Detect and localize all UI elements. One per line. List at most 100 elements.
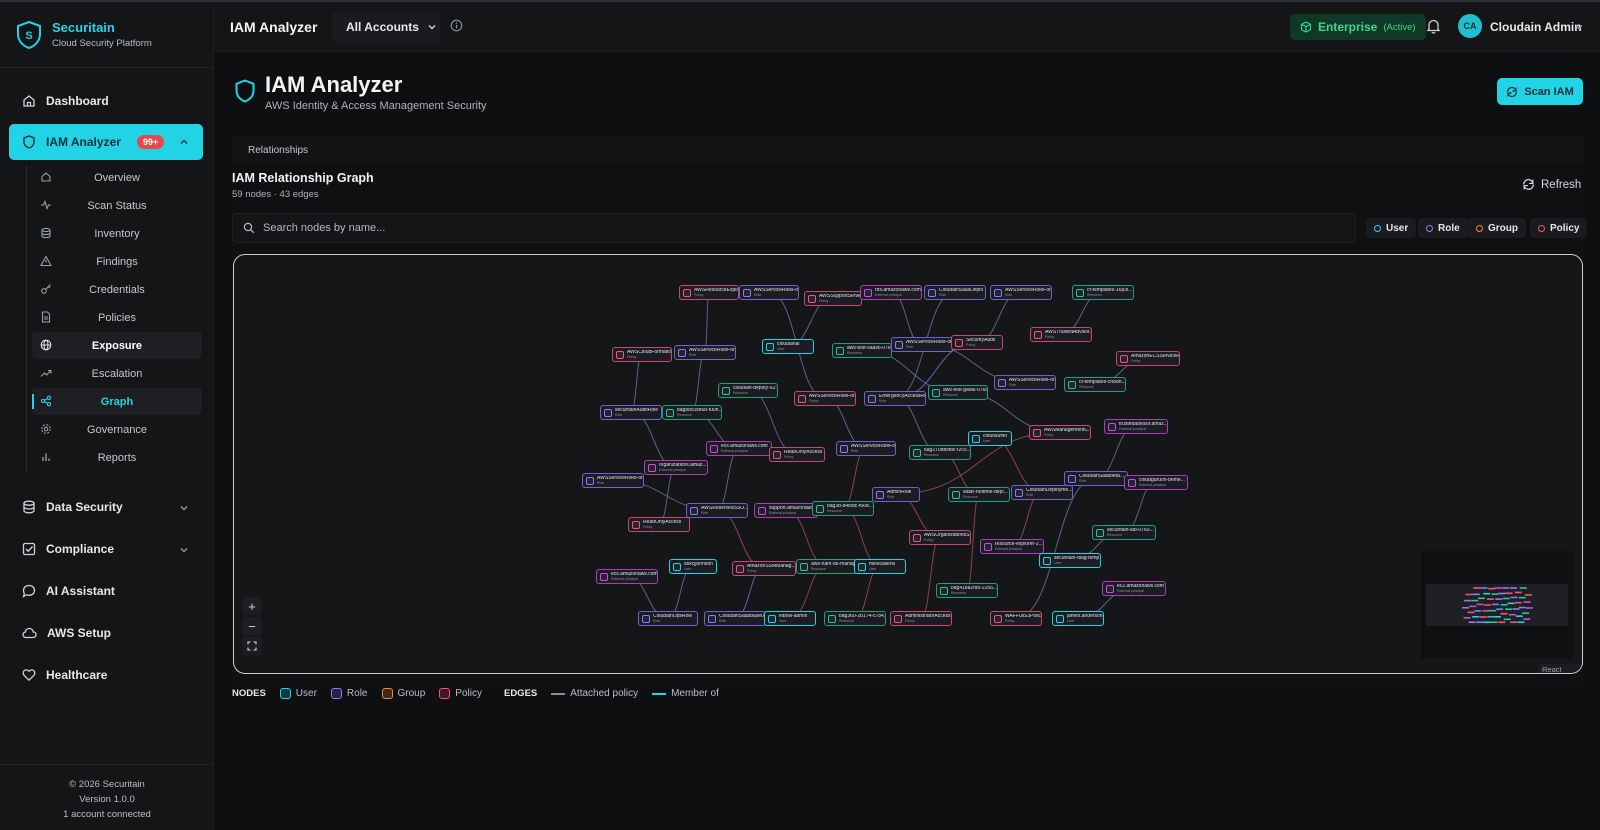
sidebar-subitem-inventory[interactable]: Inventory	[32, 220, 202, 247]
sidebar-subitem-graph[interactable]: Graph	[32, 388, 202, 415]
graph-node-policy[interactable]: AmazonSSMManag... Policy	[732, 561, 796, 576]
graph-node-resource[interactable]: aws-test-gaia6-0760... Resource	[928, 385, 988, 400]
sidebar-subitem-policies[interactable]: Policies	[32, 304, 202, 331]
sidebar-subitem-exposure[interactable]: Exposure	[32, 332, 202, 359]
graph-node-policy[interactable]: AWSOrganizationsS... Policy	[909, 530, 971, 545]
graph-node-resource[interactable]: cf-templates-cn88h... Resource	[1064, 377, 1126, 392]
sidebar-item-iam-analyzer[interactable]: IAM Analyzer 99+	[9, 124, 203, 160]
graph-node-role[interactable]: AWSServiceRoleFor... Role	[836, 441, 896, 456]
graph-node-policy[interactable]: AWSTrustedAdvisor... Policy	[1030, 327, 1092, 342]
filter-chip-role[interactable]: Role	[1418, 218, 1468, 238]
graph-node-role[interactable]: CloudainDeployme... Role	[1011, 485, 1073, 500]
graph-node-external[interactable]: ec2.amazonaws.com External principal	[1102, 581, 1166, 596]
filter-chip-user[interactable]: User	[1366, 218, 1417, 238]
graph-node-policy[interactable]: AWSCloudFormation...Policy	[612, 347, 672, 362]
chevron-down-icon[interactable]	[1574, 22, 1584, 32]
sidebar-subitem-escalation[interactable]: Escalation	[32, 360, 202, 387]
graph-node-external[interactable]: ecs.amazonaws.com External principal	[596, 569, 658, 584]
graph-node-role[interactable]: EmergencyAccessRole Role	[864, 391, 926, 406]
graph-node-resource[interactable]: bag360-2b174-c784... Resource	[824, 611, 886, 626]
sidebar-item-compliance[interactable]: Compliance	[9, 532, 203, 566]
sidebar-subitem-overview[interactable]: Overview	[32, 164, 202, 191]
sidebar-subitem-governance[interactable]: Governance	[32, 416, 202, 443]
bell-icon[interactable]	[1426, 18, 1441, 34]
fit-view-button[interactable]	[242, 637, 262, 655]
graph-node-policy[interactable]: AdministratorAccess Policy	[890, 611, 952, 626]
chevron-down-icon[interactable]	[179, 544, 189, 558]
sidebar-subitem-credentials[interactable]: Credentials	[32, 276, 202, 303]
chevron-down-icon[interactable]	[179, 502, 189, 516]
graph-node-external[interactable]: trustedadvisor.amaz... External principal	[1104, 419, 1168, 434]
user-name[interactable]: Cloudain Admin	[1490, 20, 1582, 34]
tab-relationships[interactable]: Relationships	[248, 145, 308, 156]
brand[interactable]: S Securitain Cloud Security Platform	[16, 20, 152, 49]
graph-node-external[interactable]: organizations.amaz... External principal	[644, 460, 708, 475]
plan-badge[interactable]: Enterprise (Active)	[1290, 14, 1426, 40]
graph-node-external[interactable]: ecs.amazonaws.com External principal	[706, 441, 772, 456]
react-flow-attribution[interactable]: React Flow	[1539, 664, 1582, 673]
graph-node-user[interactable]: james.anderson User	[1052, 611, 1104, 626]
graph-node-external[interactable]: support.amazonaws... External principal	[754, 503, 818, 518]
graph-node-role[interactable]: AWSReservedSSO... Role	[686, 503, 748, 518]
info-icon[interactable]	[450, 19, 463, 32]
graph-node-role[interactable]: CloudainOpsRole Role	[638, 611, 698, 626]
graph-node-resource[interactable]: cf-templates-16p3l... Resource	[1072, 285, 1134, 300]
graph-node-user[interactable]: mikecallens User	[854, 559, 906, 574]
graph-node-user[interactable]: cloudsuffer User	[968, 431, 1012, 446]
chevron-up-icon[interactable]	[179, 136, 189, 150]
graph-node-resource[interactable]: aws-nam-d6-manag... Resource	[796, 559, 858, 574]
graph-node-role[interactable]: securitainAuditRole Role	[600, 405, 662, 420]
graph-node-resource[interactable]: bag88c0sb6b-fu0n... Resource	[662, 405, 722, 420]
sidebar-item-healthcare[interactable]: Healthcare	[9, 658, 203, 692]
graph-node-resource[interactable]: bag41ea2f95-2256... Resource	[936, 583, 998, 598]
graph-node-policy[interactable]: AWSSupportServic... Policy	[804, 291, 862, 306]
graph-node-policy[interactable]: SecurityAudit Policy	[951, 335, 1003, 350]
graph-node-user[interactable]: cloudainai User	[762, 339, 814, 354]
sidebar-item-data-security[interactable]: Data Security	[9, 490, 203, 524]
graph-node-role[interactable]: CloudainSaasbase0... Role	[704, 611, 766, 626]
scan-iam-button[interactable]: Scan IAM	[1497, 78, 1583, 105]
graph-node-role[interactable]: AWSServiceRoleFor... Role	[891, 337, 953, 352]
graph-node-resource[interactable]: securitain-lab-0760... Resource	[1092, 525, 1156, 540]
graph-node-role[interactable]: AWSServiceRoleFor... Role	[582, 473, 644, 488]
filter-chip-policy[interactable]: Policy	[1530, 218, 1588, 238]
graph-node-user[interactable]: sbxcjjohnson User	[669, 559, 717, 574]
graph-node-role[interactable]: AWSServiceRoleFor... Role	[674, 345, 736, 360]
graph-node-role[interactable]: AdminRole Role	[872, 487, 920, 502]
graph-node-user[interactable]: securitain-diag-temp User	[1039, 553, 1101, 568]
sidebar-item-aws-setup[interactable]: AWS Setup	[9, 616, 203, 650]
sidebar-item-dashboard[interactable]: Dashboard	[9, 84, 203, 118]
graph-node-resource[interactable]: aws-test-saas6-0760...Resource	[832, 343, 892, 358]
graph-node-external[interactable]: rds.amazonaws.com External principal	[860, 285, 922, 300]
sidebar-subitem-scan-status[interactable]: Scan Status	[32, 192, 202, 219]
zoom-in-button[interactable]: +	[242, 597, 262, 615]
filter-chip-group[interactable]: Group	[1468, 218, 1526, 238]
graph-node-policy[interactable]: ReadOnlyAccess Policy	[628, 517, 690, 532]
zoom-out-button[interactable]: −	[242, 617, 262, 635]
refresh-button[interactable]: Refresh	[1522, 178, 1581, 191]
search-input[interactable]	[263, 222, 1163, 234]
graph-node-policy[interactable]: AWSManagementC... Policy	[1029, 425, 1091, 440]
graph-node-policy[interactable]: ReadOnlyAccess Policy	[769, 447, 825, 462]
graph-node-role[interactable]: CloudainSaasbeta... Role	[1064, 471, 1128, 486]
graph-node-role[interactable]: AWSServiceRoleFor... Role	[994, 375, 1056, 390]
graph-node-policy[interactable]: AWSServiceRoleFor... Policy	[794, 391, 856, 406]
graph-node-resource[interactable]: aidar-runtime-depl... Resource	[948, 487, 1010, 502]
graph-node-policy[interactable]: AmazonECSServiceR... Policy	[1116, 351, 1180, 366]
sidebar-item-ai-assistant[interactable]: AI Assistant	[9, 574, 203, 608]
avatar[interactable]: CA	[1458, 14, 1482, 38]
node-search[interactable]	[232, 213, 1356, 243]
graph-node-external[interactable]: resource-explorer-2... External principal	[980, 539, 1044, 554]
graph-node-resource[interactable]: bag3b-b4i8dc-f66d... Resource	[812, 501, 874, 516]
sidebar-subitem-findings[interactable]: Findings	[32, 248, 202, 275]
graph-minimap[interactable]	[1421, 551, 1573, 659]
graph-node-external[interactable]: cloudguruon-beme... External principal	[1124, 475, 1188, 490]
sidebar-subitem-reports[interactable]: Reports	[32, 444, 202, 471]
relationship-graph-canvas[interactable]: AWSResourceExplor...Policy AWSServiceRole…	[233, 254, 1583, 674]
graph-node-policy[interactable]: WAFFullS3Policy Policy	[990, 611, 1042, 626]
graph-node-policy[interactable]: AWSResourceExplor...Policy	[679, 285, 739, 300]
graph-node-resource[interactable]: bag270dbsfbc-f2c0... Resource	[909, 445, 971, 460]
graph-node-role[interactable]: AWSServiceRoleFor... Role	[739, 285, 799, 300]
graph-node-resource[interactable]: cloudain-deploy-62... Resource	[718, 383, 778, 398]
graph-node-user[interactable]: elbow-admin User	[764, 611, 816, 626]
